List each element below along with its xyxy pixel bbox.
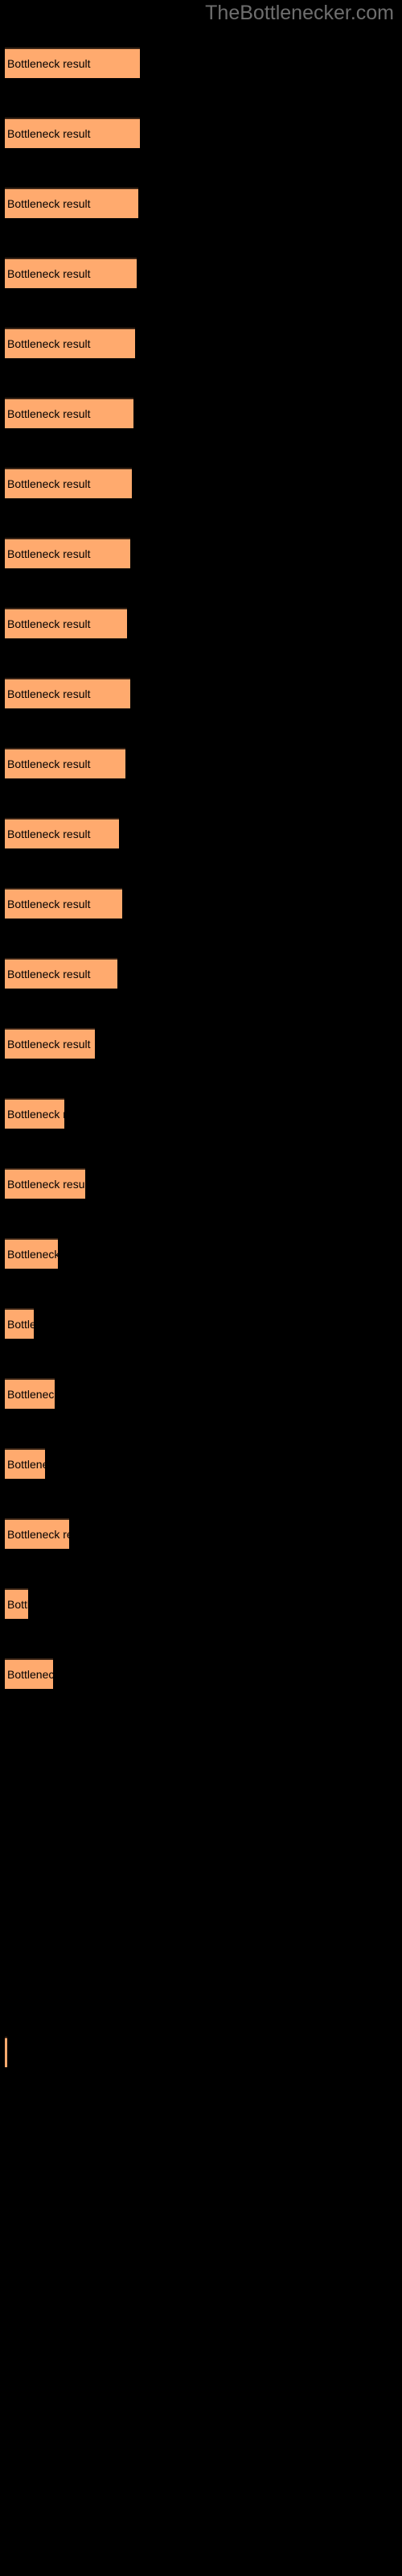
bar-label: Bottleneck result <box>7 898 91 910</box>
bar-label: Bottleneck result <box>7 1668 53 1681</box>
bars-container: Bottleneck result Bottleneck result Bottle… <box>0 0 402 2576</box>
bar[interactable]: Bottleneck result <box>5 47 140 78</box>
bar[interactable]: Bottleneck result <box>5 608 127 638</box>
bar-label: Bottleneck result <box>7 477 91 490</box>
bar-label: Bottleneck result <box>7 687 91 700</box>
bar-label: Bottleneck result <box>7 758 91 770</box>
bar[interactable]: Bottleneck result <box>5 1588 28 1619</box>
bar-label: Bottleneck result <box>7 1528 69 1541</box>
bar-label: Bottleneck result <box>7 1458 45 1471</box>
bar[interactable]: Bottleneck result <box>5 888 122 919</box>
bar-label: Bottleneck result <box>7 57 91 70</box>
bar-label: Bottleneck result <box>7 547 91 560</box>
bar[interactable] <box>5 2037 7 2067</box>
bar[interactable]: Bottleneck result <box>5 258 137 288</box>
bar[interactable]: Bottleneck result <box>5 328 135 358</box>
bar[interactable]: Bottleneck result <box>5 1238 58 1269</box>
bar[interactable]: Bottleneck result <box>5 1028 95 1059</box>
bar[interactable]: Bottleneck result <box>5 748 125 778</box>
bar[interactable]: Bottleneck result <box>5 1448 45 1479</box>
bar[interactable]: Bottleneck result <box>5 958 117 989</box>
bar[interactable]: Bottleneck result <box>5 1308 34 1339</box>
bar-label: Bottleneck result <box>7 1318 34 1331</box>
bar-label: Bottleneck result <box>7 1598 28 1611</box>
bar[interactable]: Bottleneck result <box>5 398 133 428</box>
bar-label: Bottleneck result <box>7 267 91 280</box>
bar[interactable]: Bottleneck result <box>5 188 138 218</box>
bar-label: Bottleneck result <box>7 197 91 210</box>
bar[interactable]: Bottleneck result <box>5 468 132 498</box>
bar[interactable]: Bottleneck result <box>5 538 130 568</box>
bar-label: Bottleneck result <box>7 127 91 140</box>
bar[interactable]: Bottleneck result <box>5 1168 85 1199</box>
bar-label: Bottleneck result <box>7 1388 55 1401</box>
bottleneck-bar-chart: TheBottlenecker.com Bottleneck result Bot… <box>0 0 402 2576</box>
bar-label: Bottleneck result <box>7 1178 85 1191</box>
bar-label: Bottleneck result <box>7 1108 64 1121</box>
bar-label: Bottleneck result <box>7 407 91 420</box>
bar-label: Bottleneck result <box>7 1038 91 1051</box>
bar[interactable]: Bottleneck result <box>5 818 119 848</box>
bar[interactable]: Bottleneck result <box>5 118 140 148</box>
bar[interactable]: Bottleneck result <box>5 1518 69 1549</box>
bar-label: Bottleneck result <box>7 968 91 980</box>
bar-label: Bottleneck result <box>7 1248 58 1261</box>
bar-label: Bottleneck result <box>7 828 91 840</box>
bar[interactable]: Bottleneck result <box>5 1098 64 1129</box>
bar[interactable]: Bottleneck result <box>5 1378 55 1409</box>
bar[interactable]: Bottleneck result <box>5 1658 53 1689</box>
bar-label: Bottleneck result <box>7 617 91 630</box>
bar-label: Bottleneck result <box>7 337 91 350</box>
bar[interactable]: Bottleneck result <box>5 678 130 708</box>
